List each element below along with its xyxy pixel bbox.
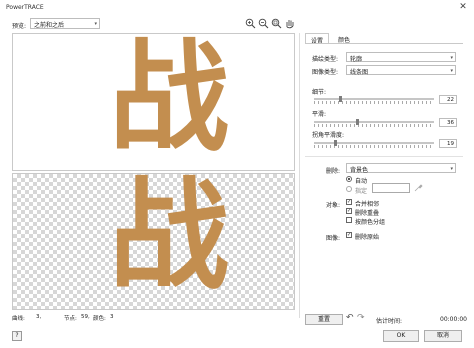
preview-before[interactable]: 战	[12, 33, 295, 171]
help-button[interactable]: ?	[12, 331, 22, 341]
cancel-button[interactable]: 取消	[424, 330, 462, 342]
detail-slider-track[interactable]	[314, 98, 434, 100]
image-label: 图像:	[326, 235, 341, 242]
auto-radio-label: 自动	[355, 178, 368, 185]
colors-label: 颜色:	[93, 316, 106, 322]
merge-adjacent-checkbox[interactable]: ✓	[346, 199, 352, 205]
after-glyph: 战	[109, 173, 229, 306]
remove-overlap-label: 删除重叠	[355, 210, 380, 217]
chevron-down-icon: ▾	[450, 166, 453, 172]
nodes-value: 59,	[81, 314, 90, 320]
image-type-value: 线条图	[350, 69, 369, 76]
preview-mode-value: 之前和之后	[34, 22, 65, 29]
tab-underline	[305, 43, 463, 44]
detail-slider-ticks	[314, 101, 434, 104]
zoom-fit-icon[interactable]	[271, 18, 282, 29]
corner-slider-thumb[interactable]	[334, 140, 337, 146]
colors-value: 3	[110, 314, 114, 320]
group-by-color-label: 按颜色分组	[355, 219, 386, 226]
preview-mode-select[interactable]: 之前和之后 ▾	[30, 18, 100, 29]
smoothing-slider-track[interactable]	[314, 121, 434, 123]
chevron-down-icon: ▾	[94, 21, 97, 27]
remove-label: 删除:	[326, 168, 341, 175]
estimated-time-value: 00:00:00	[440, 316, 467, 323]
ok-button[interactable]: OK	[383, 330, 419, 342]
delete-original-label: 删除原始	[355, 234, 380, 241]
smoothing-label: 平滑:	[312, 111, 327, 118]
zoom-in-icon[interactable]	[245, 18, 256, 29]
corner-slider-track[interactable]	[314, 142, 434, 144]
corner-slider-ticks	[314, 145, 434, 148]
remove-value: 背景色	[350, 167, 369, 174]
before-glyph: 战	[109, 33, 229, 168]
remove-overlap-checkbox[interactable]: ✓	[346, 208, 352, 214]
undo-icon[interactable]: ↶	[346, 313, 354, 323]
window-title: PowerTRACE	[6, 4, 44, 11]
preview-after[interactable]: 战	[12, 173, 295, 310]
curves-label: 曲线:	[12, 316, 25, 322]
group-by-color-checkbox[interactable]	[346, 217, 352, 223]
detail-label: 细节:	[312, 89, 327, 96]
section-divider	[305, 156, 463, 157]
estimated-time-label: 估计时间:	[376, 318, 403, 325]
preview-label: 预览:	[12, 23, 27, 30]
trace-type-label: 描绘类型:	[312, 56, 339, 63]
nodes-label: 节点:	[64, 316, 77, 322]
trace-type-value: 轮廓	[350, 56, 363, 63]
close-icon[interactable]: ✕	[458, 2, 468, 12]
reset-button[interactable]: 重置	[305, 314, 343, 325]
redo-icon[interactable]: ↷	[357, 313, 365, 323]
specify-radio[interactable]	[346, 186, 352, 192]
image-type-select[interactable]: 线条图 ▾	[346, 65, 456, 76]
background-color-swatch[interactable]	[372, 183, 410, 193]
chevron-down-icon: ▾	[450, 68, 453, 74]
eyedropper-icon[interactable]	[414, 183, 423, 192]
smoothing-slider-thumb[interactable]	[356, 119, 359, 125]
smoothing-slider-ticks	[314, 124, 434, 127]
corner-smoothness-label: 拐角平滑度:	[312, 132, 345, 139]
specify-radio-label: 指定	[355, 188, 368, 195]
corner-value[interactable]: 19	[439, 139, 457, 148]
image-type-label: 图像类型:	[312, 69, 339, 76]
auto-radio[interactable]	[346, 176, 352, 182]
smoothing-value[interactable]: 36	[439, 118, 457, 127]
detail-value[interactable]: 22	[439, 95, 457, 104]
trace-type-select[interactable]: 轮廓 ▾	[346, 52, 456, 63]
title-bar	[0, 0, 474, 15]
curves-value: 3,	[36, 314, 42, 320]
pan-hand-icon[interactable]	[284, 18, 295, 29]
remove-select[interactable]: 背景色 ▾	[346, 163, 456, 174]
zoom-out-icon[interactable]	[258, 18, 269, 29]
object-label: 对象:	[326, 202, 341, 209]
detail-slider-thumb[interactable]	[339, 96, 342, 102]
delete-original-checkbox[interactable]: ✓	[346, 232, 352, 238]
chevron-down-icon: ▾	[450, 55, 453, 61]
panel-divider	[299, 33, 300, 318]
merge-adjacent-label: 合并相邻	[355, 201, 380, 208]
